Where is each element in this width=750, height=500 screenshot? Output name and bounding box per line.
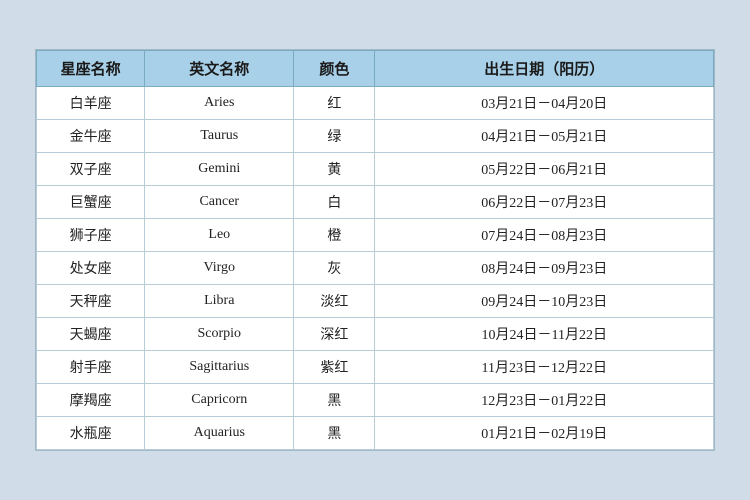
cell-color: 红 <box>294 87 375 120</box>
cell-zh-name: 巨蟹座 <box>37 186 145 219</box>
cell-date: 05月22日－06月21日 <box>375 153 714 186</box>
cell-zh-name: 水瓶座 <box>37 417 145 450</box>
table-header-row: 星座名称 英文名称 颜色 出生日期（阳历） <box>37 51 714 87</box>
cell-color: 黑 <box>294 384 375 417</box>
cell-en-name: Capricorn <box>145 384 294 417</box>
cell-zh-name: 天蝎座 <box>37 318 145 351</box>
cell-en-name: Aquarius <box>145 417 294 450</box>
cell-zh-name: 白羊座 <box>37 87 145 120</box>
table-row: 射手座Sagittarius紫红11月23日－12月22日 <box>37 351 714 384</box>
cell-zh-name: 处女座 <box>37 252 145 285</box>
header-zh-name: 星座名称 <box>37 51 145 87</box>
cell-date: 11月23日－12月22日 <box>375 351 714 384</box>
cell-color: 黑 <box>294 417 375 450</box>
table-row: 白羊座Aries红03月21日－04月20日 <box>37 87 714 120</box>
cell-color: 淡红 <box>294 285 375 318</box>
cell-date: 09月24日－10月23日 <box>375 285 714 318</box>
table-row: 摩羯座Capricorn黑12月23日－01月22日 <box>37 384 714 417</box>
cell-color: 紫红 <box>294 351 375 384</box>
cell-date: 07月24日－08月23日 <box>375 219 714 252</box>
cell-date: 01月21日－02月19日 <box>375 417 714 450</box>
cell-en-name: Aries <box>145 87 294 120</box>
cell-zh-name: 摩羯座 <box>37 384 145 417</box>
cell-date: 03月21日－04月20日 <box>375 87 714 120</box>
table-row: 处女座Virgo灰08月24日－09月23日 <box>37 252 714 285</box>
cell-date: 12月23日－01月22日 <box>375 384 714 417</box>
table-row: 水瓶座Aquarius黑01月21日－02月19日 <box>37 417 714 450</box>
table-row: 金牛座Taurus绿04月21日－05月21日 <box>37 120 714 153</box>
cell-date: 06月22日－07月23日 <box>375 186 714 219</box>
cell-en-name: Scorpio <box>145 318 294 351</box>
cell-zh-name: 金牛座 <box>37 120 145 153</box>
table-row: 巨蟹座Cancer白06月22日－07月23日 <box>37 186 714 219</box>
cell-color: 深红 <box>294 318 375 351</box>
cell-zh-name: 双子座 <box>37 153 145 186</box>
cell-zh-name: 射手座 <box>37 351 145 384</box>
cell-en-name: Libra <box>145 285 294 318</box>
cell-en-name: Sagittarius <box>145 351 294 384</box>
cell-en-name: Virgo <box>145 252 294 285</box>
table-row: 天秤座Libra淡红09月24日－10月23日 <box>37 285 714 318</box>
table-row: 天蝎座Scorpio深红10月24日－11月22日 <box>37 318 714 351</box>
header-color: 颜色 <box>294 51 375 87</box>
cell-color: 橙 <box>294 219 375 252</box>
cell-color: 绿 <box>294 120 375 153</box>
cell-en-name: Leo <box>145 219 294 252</box>
zodiac-table-container: 星座名称 英文名称 颜色 出生日期（阳历） 白羊座Aries红03月21日－04… <box>35 49 715 451</box>
table-body: 白羊座Aries红03月21日－04月20日金牛座Taurus绿04月21日－0… <box>37 87 714 450</box>
cell-date: 04月21日－05月21日 <box>375 120 714 153</box>
cell-color: 黄 <box>294 153 375 186</box>
cell-color: 灰 <box>294 252 375 285</box>
table-row: 狮子座Leo橙07月24日－08月23日 <box>37 219 714 252</box>
header-en-name: 英文名称 <box>145 51 294 87</box>
cell-date: 10月24日－11月22日 <box>375 318 714 351</box>
zodiac-table: 星座名称 英文名称 颜色 出生日期（阳历） 白羊座Aries红03月21日－04… <box>36 50 714 450</box>
cell-zh-name: 天秤座 <box>37 285 145 318</box>
cell-zh-name: 狮子座 <box>37 219 145 252</box>
header-date: 出生日期（阳历） <box>375 51 714 87</box>
table-row: 双子座Gemini黄05月22日－06月21日 <box>37 153 714 186</box>
cell-en-name: Gemini <box>145 153 294 186</box>
cell-en-name: Taurus <box>145 120 294 153</box>
cell-color: 白 <box>294 186 375 219</box>
cell-date: 08月24日－09月23日 <box>375 252 714 285</box>
cell-en-name: Cancer <box>145 186 294 219</box>
